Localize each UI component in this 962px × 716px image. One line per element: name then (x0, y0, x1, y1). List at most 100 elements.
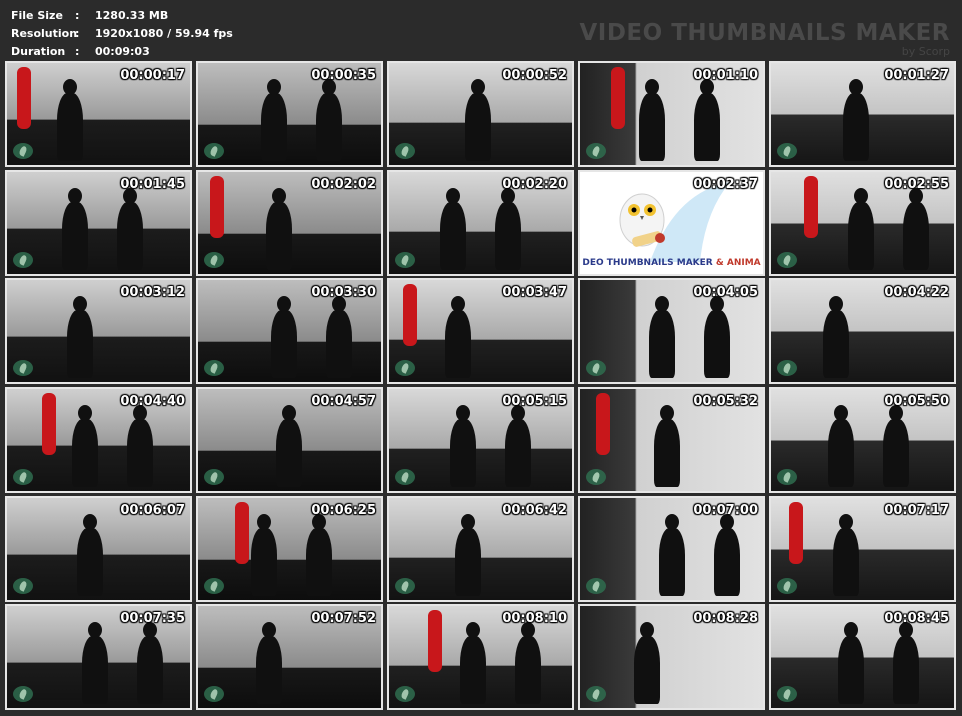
duration-row: Duration : 00:09:03 (11, 43, 233, 61)
file-size-value: 1280.33 MB (95, 9, 169, 22)
video-thumbnail[interactable]: 00:06:25 (196, 495, 383, 602)
video-thumbnail[interactable]: 00:07:35 (5, 604, 192, 711)
timestamp-label: 00:07:52 (311, 611, 376, 627)
channel-logo-icon (395, 143, 415, 159)
timestamp-label: 00:08:10 (502, 611, 567, 627)
video-thumbnail[interactable]: 00:00:52 (387, 61, 574, 167)
video-thumbnail[interactable]: 00:05:15 (387, 387, 574, 494)
video-thumbnail[interactable]: 00:04:57 (196, 387, 383, 494)
channel-logo-icon (204, 577, 224, 594)
file-size-separator: : (75, 9, 80, 22)
timestamp-label: 00:06:42 (502, 502, 567, 518)
resolution-value: 1920x1080 / 59.94 fps (95, 27, 233, 40)
person-figure (828, 419, 854, 488)
person-figure (495, 201, 521, 270)
watermark-title: VIDEO THUMBNAILS MAKER (579, 20, 950, 46)
duration-value: 00:09:03 (95, 45, 150, 58)
person-figure (883, 419, 909, 488)
video-thumbnail[interactable]: 00:06:07 (5, 495, 192, 602)
resolution-row: Resolution : 1920x1080 / 59.94 fps (11, 25, 233, 43)
video-thumbnail[interactable]: 00:08:45 (769, 604, 956, 711)
person-figure (704, 310, 730, 379)
video-thumbnail[interactable]: 00:06:42 (387, 495, 574, 602)
person-figure (251, 527, 277, 596)
person-head (272, 187, 286, 204)
person-figure (843, 93, 869, 161)
person-head (849, 79, 863, 95)
timestamp-label: 00:02:37 (693, 176, 758, 192)
video-thumbnail[interactable]: 00:08:10 (387, 604, 574, 711)
video-thumbnail[interactable]: 00:02:20 (387, 169, 574, 276)
timestamp-label: 00:04:57 (311, 394, 376, 410)
person-figure (649, 310, 675, 379)
timestamp-label: 00:04:22 (884, 285, 949, 301)
person-head (854, 187, 868, 204)
promo-text-part1: DEO THUMBNAILS MAKER (582, 257, 713, 268)
video-thumbnail[interactable]: 00:08:28 (578, 604, 765, 711)
person-figure (654, 419, 680, 488)
thumbnail-grid: 00:00:17 00:00:35 00:00:52 00:01:10 00:01:27… (5, 61, 956, 711)
timestamp-label: 00:08:45 (884, 611, 949, 627)
timestamp-label: 00:07:17 (884, 502, 949, 518)
video-thumbnail[interactable]: 00:00:35 (196, 61, 383, 167)
video-thumbnail[interactable]: 00:00:17 (5, 61, 192, 167)
video-thumbnail[interactable]: 00:03:30 (196, 278, 383, 385)
video-thumbnail[interactable]: 00:01:45 (5, 169, 192, 276)
timestamp-label: 00:05:32 (693, 394, 758, 410)
person-head (461, 513, 475, 530)
video-thumbnail[interactable]: 00:04:22 (769, 278, 956, 385)
punching-bag (804, 175, 818, 238)
video-thumbnail[interactable]: 00:07:52 (196, 604, 383, 711)
person-figure (848, 201, 874, 270)
person-head (645, 79, 659, 95)
timestamp-label: 00:01:10 (693, 68, 758, 83)
video-thumbnail[interactable]: DEO THUMBNAILS MAKER & ANIMA 00:02:37 (578, 169, 765, 276)
person-figure (838, 636, 864, 705)
video-thumbnail[interactable]: 00:03:12 (5, 278, 192, 385)
person-head (471, 79, 485, 95)
person-head (267, 79, 281, 95)
channel-logo-icon (395, 469, 415, 486)
video-thumbnail[interactable]: 00:07:17 (769, 495, 956, 602)
video-thumbnail[interactable]: 00:01:10 (578, 61, 765, 167)
timestamp-label: 00:07:35 (120, 611, 185, 627)
punching-bag (210, 175, 224, 238)
channel-logo-icon (395, 251, 415, 268)
person-figure (266, 201, 292, 270)
resolution-label: Resolution (11, 27, 78, 40)
person-figure (137, 636, 163, 705)
timestamp-label: 00:03:12 (120, 285, 185, 301)
person-figure (306, 527, 332, 596)
timestamp-label: 00:01:45 (120, 176, 185, 192)
video-thumbnail[interactable]: 00:02:02 (196, 169, 383, 276)
channel-logo-icon (586, 143, 606, 159)
channel-logo-icon (204, 143, 224, 159)
video-thumbnail[interactable]: 00:04:05 (578, 278, 765, 385)
video-thumbnail[interactable]: 00:02:55 (769, 169, 956, 276)
channel-logo-icon (777, 143, 797, 159)
video-thumbnail[interactable]: 00:03:47 (387, 278, 574, 385)
person-figure (515, 636, 541, 705)
video-thumbnail[interactable]: 00:05:50 (769, 387, 956, 494)
person-figure (823, 310, 849, 379)
resolution-separator: : (75, 27, 80, 40)
video-thumbnail[interactable]: 00:04:40 (5, 387, 192, 494)
person-head (834, 405, 848, 422)
person-figure (117, 201, 143, 270)
channel-logo-icon (395, 577, 415, 594)
video-thumbnail[interactable]: 00:07:00 (578, 495, 765, 602)
person-head (78, 405, 92, 422)
person-figure (271, 310, 297, 379)
person-head (63, 79, 77, 95)
channel-logo-icon (777, 251, 797, 268)
promo-text: DEO THUMBNAILS MAKER & ANIMA (580, 258, 763, 268)
person-figure (77, 527, 103, 596)
person-head (446, 187, 460, 204)
person-figure (659, 527, 685, 596)
punching-bag (596, 393, 610, 456)
person-figure (57, 93, 83, 161)
video-thumbnail[interactable]: 00:05:32 (578, 387, 765, 494)
person-figure (465, 93, 491, 161)
person-head (257, 513, 271, 530)
video-thumbnail[interactable]: 00:01:27 (769, 61, 956, 167)
